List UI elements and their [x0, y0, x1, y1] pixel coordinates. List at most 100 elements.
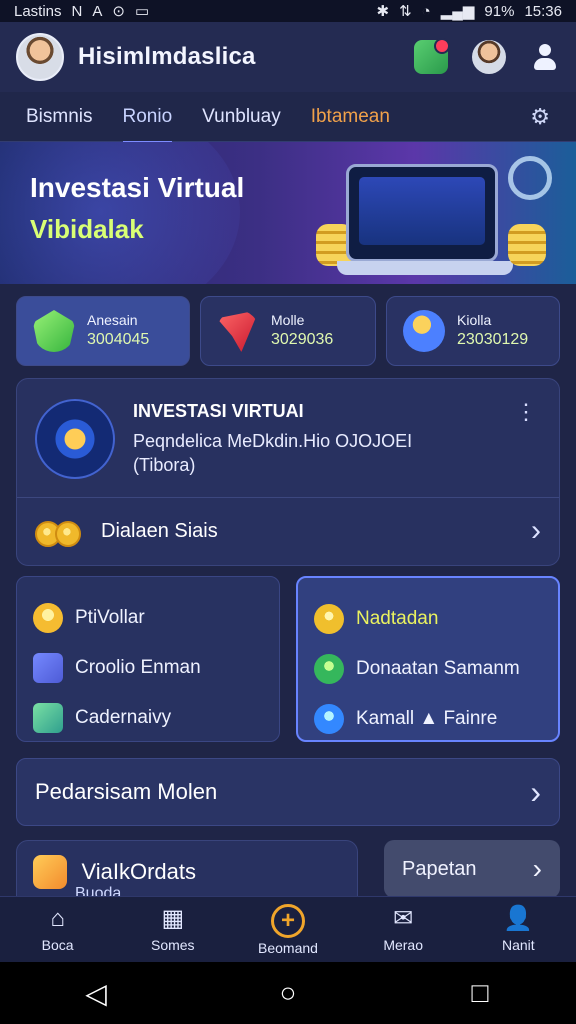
- app-header: Hisimlmdaslica: [0, 22, 576, 92]
- feature-label: Croolio Enman: [75, 657, 201, 678]
- avatar[interactable]: [16, 33, 64, 81]
- location-icon: [33, 603, 63, 633]
- orb-icon: [403, 310, 445, 352]
- checklist-icon: [33, 703, 63, 733]
- feature-row-croolio-enman[interactable]: Croolio Enman: [33, 643, 263, 693]
- settings-icon[interactable]: ⚙: [530, 104, 550, 130]
- side-action-button[interactable]: Papetan ›: [384, 840, 560, 898]
- notification-icon[interactable]: [414, 38, 450, 74]
- stat-label: Kiolla: [457, 312, 492, 329]
- tab-ibtamean[interactable]: Ibtamean: [311, 106, 390, 128]
- nav-label: Merao: [383, 936, 423, 953]
- tab-ronio[interactable]: Ronio: [122, 106, 172, 143]
- feature-card-left: PtiVollar Croolio Enman Cadernaivy: [16, 576, 280, 742]
- gem-icon: [33, 310, 75, 352]
- status-left-group: Lastins N A ⊙ ▭: [14, 2, 150, 21]
- feature-row-kamall-fainre[interactable]: Kamall ▲ Fainre: [314, 694, 542, 744]
- investment-description-line-1: Peqndelica MeDkdin.Hio OJOJOEI: [133, 431, 413, 451]
- investment-footer-row[interactable]: Dialaen Siais ›: [35, 509, 541, 553]
- chevron-right-icon: ›: [530, 773, 541, 810]
- stat-card-molle[interactable]: Molle 3029036: [200, 296, 376, 366]
- card-icon: ▭: [134, 3, 150, 20]
- investment-card[interactable]: INVESTASI VIRTUAI Peqndelica MeDkdin.Hio…: [16, 378, 560, 566]
- chevron-right-icon: ›: [531, 514, 541, 547]
- stat-label: Anesain: [87, 312, 138, 329]
- nav-label: Boca: [41, 936, 74, 953]
- signal-icon: ▂▄▆: [440, 3, 475, 20]
- star-icon: [33, 855, 67, 889]
- feature-label: PtiVollar: [75, 607, 145, 628]
- hero-banner[interactable]: Investasi Virtual Vibidalak: [0, 142, 576, 284]
- info-icon: [314, 704, 344, 734]
- network-a-icon: A: [92, 2, 103, 20]
- banner-title: Investasi Virtual: [30, 172, 245, 203]
- feature-row-ptivollar[interactable]: PtiVollar: [33, 593, 263, 643]
- gear-illustration: [508, 156, 552, 200]
- check-circle-icon: [314, 654, 344, 684]
- partial-card-title: ViaIkOrdats: [81, 859, 196, 884]
- cta-row[interactable]: Pedarsisam Molen ›: [16, 758, 560, 826]
- investment-title: INVESTASI VIRTUAI: [133, 401, 304, 421]
- stat-text: Anesain 3004045: [87, 313, 149, 348]
- nav-label: Beomand: [258, 939, 318, 956]
- divider: [17, 497, 559, 498]
- feature-label: Cadernaivy: [75, 707, 172, 728]
- plus-icon: +: [270, 903, 305, 938]
- investment-footer-label: Dialaen Siais: [101, 519, 218, 542]
- nav-item-profile[interactable]: 👤 Nanit: [466, 904, 570, 953]
- status-right-group: ✱ ⇅ ◔ ▂▄▆ 91% 15:36: [376, 2, 563, 21]
- more-options-icon[interactable]: ⋮: [515, 399, 537, 425]
- laptop-illustration: [337, 164, 513, 275]
- profile-icon[interactable]: [472, 40, 506, 74]
- coin-stack-icon: [508, 224, 546, 266]
- feature-row-cadernaivy[interactable]: Cadernaivy: [33, 693, 263, 743]
- feature-card-right: Nadtadan Donaatan Samanm Kamall ▲ Fainre: [296, 576, 560, 742]
- investment-description: Peqndelica MeDkdin.Hio OJOJOEI (Tibora): [133, 429, 483, 478]
- square-icon: [33, 653, 63, 683]
- coin-icon: [314, 604, 344, 634]
- nav-label: Nanit: [502, 936, 535, 953]
- cta-label: Pedarsisam Molen: [35, 779, 218, 804]
- alarm-icon: ◔: [421, 2, 431, 20]
- header-actions: [414, 38, 560, 74]
- user-icon: 👤: [503, 904, 534, 932]
- banner-subtitle: Vibidalak: [30, 214, 144, 244]
- system-navigation: ◁ ○ □: [0, 962, 576, 1024]
- top-tabs: Bismnis Ronio Vunbluay Ibtamean ⚙: [0, 92, 576, 143]
- status-left-text: Lastins: [14, 2, 62, 20]
- investment-logo-icon: [35, 399, 115, 479]
- home-icon: ⌂: [50, 904, 65, 932]
- nav-item-add[interactable]: + Beomand: [236, 903, 340, 956]
- nav-item-grid[interactable]: ▦ Somes: [121, 904, 225, 953]
- stat-text: Molle 3029036: [271, 313, 333, 348]
- stat-label: Molle: [271, 312, 305, 329]
- tab-vunbluay[interactable]: Vunbluay: [202, 106, 281, 128]
- bottom-navigation: ⌂ Boca ▦ Somes + Beomand ✉ Merao 👤 Nanit: [0, 896, 576, 962]
- side-action-label: Papetan: [402, 857, 477, 880]
- nav-label: Somes: [150, 936, 195, 953]
- feature-label: Nadtadan: [356, 608, 439, 629]
- tab-bismnis[interactable]: Bismnis: [26, 106, 93, 128]
- account-icon[interactable]: [530, 42, 560, 72]
- stat-text: Kiolla 23030129: [457, 313, 528, 348]
- feature-row-nadtadan[interactable]: Nadtadan: [314, 594, 542, 644]
- chat-icon: ⊙: [112, 3, 125, 20]
- recent-apps-icon[interactable]: □: [460, 977, 500, 1009]
- network-n-icon: N: [71, 2, 83, 20]
- stat-value: 23030129: [457, 330, 529, 348]
- nav-item-home[interactable]: ⌂ Boca: [6, 904, 110, 953]
- status-time: 15:36: [524, 2, 562, 20]
- feature-row-donaatan-samanm[interactable]: Donaatan Samanm: [314, 644, 542, 694]
- coins-icon: [35, 519, 93, 547]
- bluetooth-icon: ✱: [376, 3, 390, 20]
- back-icon[interactable]: ◁: [76, 977, 116, 1010]
- grid-icon: ▦: [161, 904, 185, 932]
- stat-card-kiolla[interactable]: Kiolla 23030129: [386, 296, 560, 366]
- stat-value: 3029036: [271, 330, 334, 348]
- home-circle-icon[interactable]: ○: [268, 977, 308, 1009]
- battery-level: 91%: [484, 2, 515, 20]
- nav-item-mail[interactable]: ✉ Merao: [351, 906, 455, 953]
- stat-card-anesain[interactable]: Anesain 3004045: [16, 296, 190, 366]
- feature-label: Kamall ▲ Fainre: [356, 708, 498, 729]
- feature-label: Donaatan Samanm: [356, 658, 520, 679]
